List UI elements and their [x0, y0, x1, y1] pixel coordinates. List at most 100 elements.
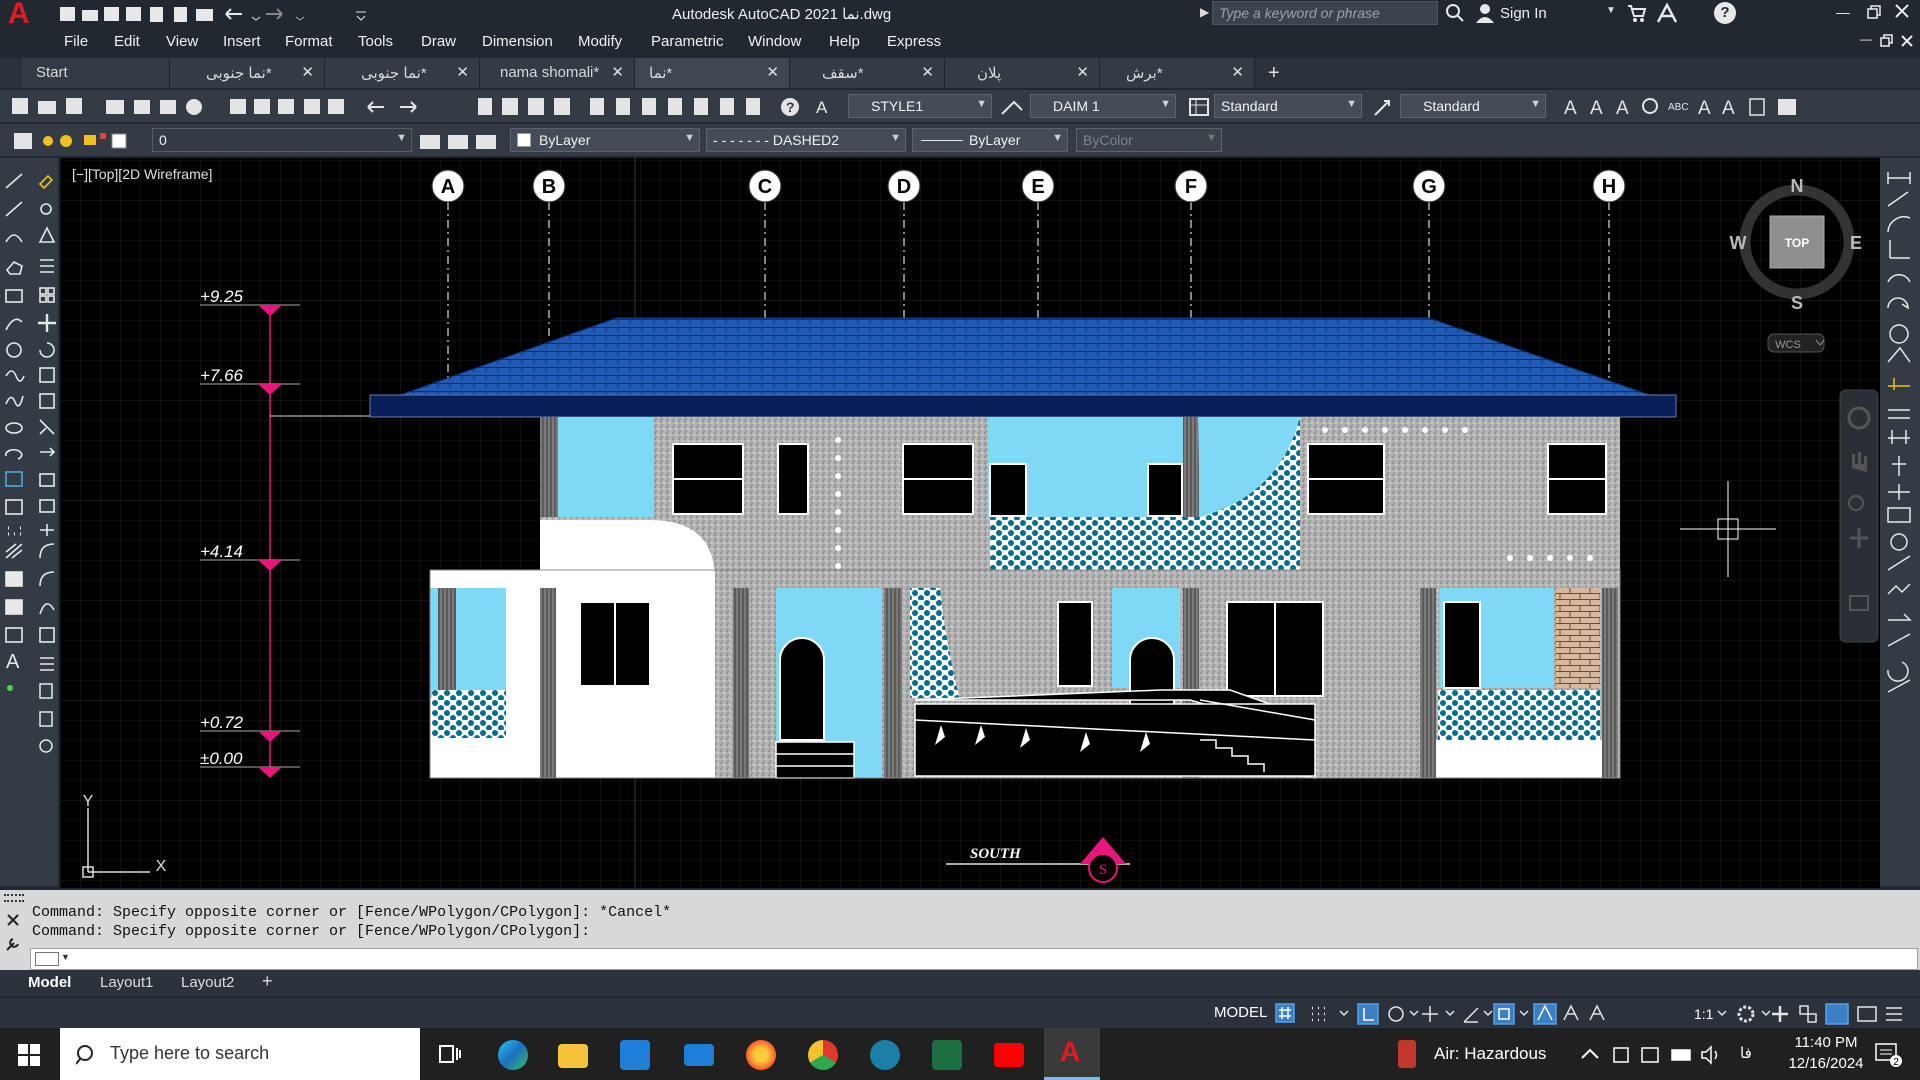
table-style-select[interactable]: Standard ▼ [1214, 94, 1362, 118]
tab-nama[interactable]: نما* ✕ [635, 58, 790, 88]
clock-date[interactable]: 12/16/2024 [1784, 1055, 1868, 1072]
store-icon[interactable] [620, 1040, 650, 1070]
lineweight-select[interactable]: ByLayer ▼ [912, 128, 1068, 152]
linetype-select[interactable]: - - - - - - - DASHED2 ▼ [706, 128, 906, 152]
navigation-bar[interactable] [1839, 389, 1879, 643]
annotation-scale-label[interactable]: 1:1 [1694, 1006, 1714, 1022]
text-style-select[interactable]: STYLE1 ▼ [848, 94, 992, 118]
doc-minimize-button[interactable]: — [1860, 32, 1872, 46]
expand-search-icon[interactable]: ▶ [1200, 5, 1209, 19]
wrench-icon[interactable] [5, 936, 21, 952]
drawing-viewport[interactable]: +9.25 +7.66 +4.14 +0.72 ±0.00 A B C D E … [60, 158, 1880, 888]
tab-model[interactable]: Model [28, 974, 71, 991]
windows-start-icon[interactable] [18, 1044, 40, 1066]
command-input[interactable]: ▼ [30, 948, 1918, 970]
tab-plan[interactable]: پلان ✕ [945, 58, 1100, 88]
search-input[interactable]: Type a keyword or phrase [1212, 1, 1438, 25]
dimension-style-select[interactable]: DAIM 1 ▼ [1030, 94, 1176, 118]
status-bar: MODEL 1:1 [0, 998, 1920, 1028]
tab-layout2[interactable]: Layout2 [181, 974, 234, 991]
command-prompt-icon[interactable] [35, 952, 59, 966]
autodesk-app-icon[interactable] [1656, 2, 1678, 24]
standard-toolbar-icons[interactable]: ? A [8, 96, 838, 118]
edge-icon[interactable] [498, 1040, 528, 1070]
menu-insert[interactable]: Insert [223, 33, 261, 50]
draw-modify-icons[interactable]: A [0, 158, 58, 886]
minimize-button[interactable]: — [1836, 4, 1852, 22]
dim-style-icon[interactable] [1000, 98, 1026, 116]
tab-close-icon[interactable]: ✕ [1076, 63, 1089, 81]
text-toolbar-icons[interactable]: A A A ABC A A [1560, 96, 1820, 118]
tab-nama-jonubi-1[interactable]: نما جنوبی* ✕ [170, 58, 325, 88]
color-select[interactable]: ByLayer ▼ [510, 128, 700, 152]
search-icon[interactable] [1444, 2, 1466, 24]
chevron-down-icon[interactable]: ▼ [61, 952, 70, 962]
command-window-grip[interactable] [4, 894, 24, 902]
autocad-logo-icon[interactable]: A [8, 0, 38, 29]
cart-icon[interactable] [1627, 3, 1647, 23]
new-layout-button[interactable]: + [262, 971, 273, 992]
help-icon[interactable]: ? [1714, 2, 1736, 24]
new-tab-button[interactable]: + [1268, 62, 1280, 85]
layer-tools-icons[interactable] [418, 130, 498, 152]
viewport-controls-label[interactable]: [−][Top][2D Wireframe] [72, 166, 212, 182]
clock-time[interactable]: 11:40 PM [1784, 1034, 1868, 1051]
notification-icon[interactable]: 2 [1874, 1042, 1902, 1068]
excel-icon[interactable] [932, 1040, 962, 1070]
weather-status[interactable]: Air: Hazardous [1434, 1044, 1546, 1064]
user-icon[interactable] [1474, 2, 1496, 24]
tab-close-icon[interactable]: ✕ [611, 63, 624, 81]
input-language[interactable]: فا [1740, 1044, 1752, 1062]
mail-icon[interactable] [684, 1044, 714, 1066]
tab-nama-shomali[interactable]: nama shomali* ✕ [480, 58, 635, 88]
menu-express[interactable]: Express [887, 33, 941, 50]
tab-close-icon[interactable]: ✕ [921, 63, 934, 81]
chrome-icon[interactable] [808, 1040, 838, 1070]
menu-edit[interactable]: Edit [114, 33, 140, 50]
tab-layout1[interactable]: Layout1 [100, 974, 153, 991]
firefox-icon[interactable] [746, 1040, 776, 1070]
drawing-canvas[interactable]: +9.25 +7.66 +4.14 +0.72 ±0.00 A B C D E … [60, 158, 1880, 888]
menu-draw[interactable]: Draw [421, 33, 456, 50]
model-space-toggle[interactable]: MODEL [1214, 1004, 1267, 1021]
tab-close-icon[interactable]: ✕ [1231, 63, 1244, 81]
menu-file[interactable]: File [64, 33, 88, 50]
tab-start[interactable]: Start [22, 58, 170, 88]
multileader-style-select[interactable]: Standard ▼ [1400, 94, 1546, 118]
table-style-icon[interactable] [1188, 97, 1210, 117]
status-bar-icons[interactable]: 1:1 [1274, 1002, 1914, 1026]
tab-saghf[interactable]: سقف* ✕ [790, 58, 945, 88]
menu-tools[interactable]: Tools [358, 33, 393, 50]
taskbar-search-box[interactable]: Type here to search [60, 1028, 420, 1080]
dimension-icons[interactable] [1880, 158, 1920, 886]
multileader-style-icon[interactable] [1372, 97, 1394, 117]
close-button[interactable] [1894, 3, 1910, 19]
doc-restore-button[interactable] [1880, 34, 1894, 48]
weather-icon[interactable] [1398, 1040, 1416, 1068]
tab-boresh[interactable]: برش* ✕ [1100, 58, 1255, 88]
menu-window[interactable]: Window [748, 33, 801, 50]
close-icon[interactable] [5, 912, 21, 928]
menu-dimension[interactable]: Dimension [482, 33, 553, 50]
layer-icons[interactable] [10, 130, 150, 152]
tab-close-icon[interactable]: ✕ [456, 63, 469, 81]
veeam-icon[interactable] [870, 1040, 900, 1070]
layer-select[interactable]: 0 ▼ [152, 128, 412, 152]
menu-view[interactable]: View [166, 33, 198, 50]
autocad-taskbar-icon[interactable]: A [1044, 1028, 1100, 1080]
tab-nama-jonubi-2[interactable]: نما جنوبی* ✕ [325, 58, 480, 88]
sign-in-link[interactable]: Sign In [1500, 5, 1547, 22]
sign-in-dropdown-icon[interactable]: ▼ [1606, 5, 1616, 16]
menu-parametric[interactable]: Parametric [651, 33, 724, 50]
tab-close-icon[interactable]: ✕ [766, 63, 779, 81]
task-view-icon[interactable] [438, 1042, 462, 1066]
doc-close-button[interactable] [1900, 34, 1914, 48]
menu-modify[interactable]: Modify [578, 33, 622, 50]
menu-help[interactable]: Help [829, 33, 860, 50]
object-track-icon [1463, 1007, 1479, 1023]
file-explorer-icon[interactable] [558, 1044, 588, 1068]
tab-close-icon[interactable]: ✕ [301, 63, 314, 81]
youtube-icon[interactable] [994, 1043, 1024, 1067]
menu-format[interactable]: Format [285, 33, 333, 50]
restore-button[interactable] [1866, 4, 1882, 20]
